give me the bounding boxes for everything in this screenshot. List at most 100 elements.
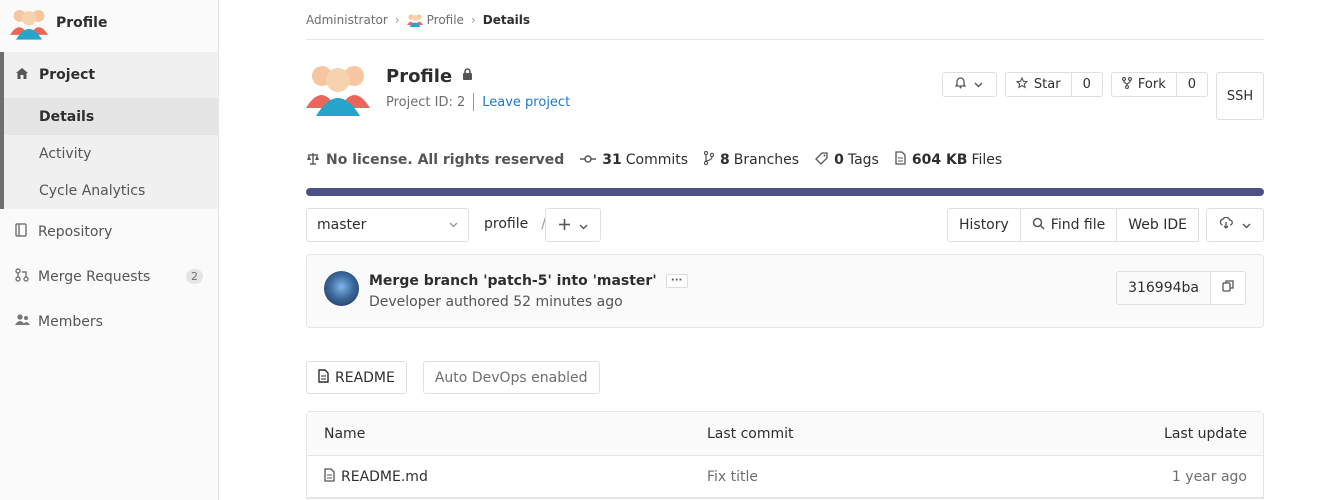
commit-icon [580,153,597,168]
chevron-down-icon [1242,217,1251,233]
commit-sha-group: 316994ba [1116,271,1246,305]
table-row[interactable]: README.md Fix title 1 year ago [307,456,1263,498]
project-avatar-icon [10,9,48,40]
file-text-icon [324,467,335,486]
repo-path-root[interactable]: profile [484,216,528,232]
chevron-down-icon [449,220,458,231]
sidebar-item-label: Repository [38,223,113,240]
cloud-download-icon [1219,216,1233,233]
branch-select[interactable]: master [306,208,469,242]
home-icon [15,67,31,84]
branches-count: 8 [720,152,730,168]
commit-title[interactable]: Merge branch 'patch-5' into 'master' [369,273,657,289]
history-button[interactable]: History [946,208,1021,242]
sidebar-project-name[interactable]: Profile [56,15,107,31]
commits-stat[interactable]: 31 Commits [580,152,688,168]
scale-icon [306,152,320,169]
branches-stat[interactable]: 8 Branches [703,150,800,169]
readme-label: README [335,369,395,386]
star-count[interactable]: 0 [1071,72,1103,97]
find-file-label: Find file [1050,217,1106,233]
sidebar-header[interactable]: Profile [0,0,218,46]
file-icon [895,151,906,169]
branch-icon [703,150,715,169]
leave-project-link[interactable]: Leave project [482,95,570,110]
files-size: 604 KB [911,152,968,168]
find-file-button[interactable]: Find file [1020,208,1118,242]
ssh-clone-button[interactable]: SSH [1216,72,1264,120]
sidebar-item-members[interactable]: Members [0,299,218,344]
fork-button[interactable]: Fork [1110,72,1177,97]
chevron-down-icon [974,78,983,91]
web-ide-button[interactable]: Web IDE [1117,208,1199,242]
divider [473,93,475,111]
commit-title-row: Merge branch 'patch-5' into 'master' ··· [369,273,688,289]
project-title: Profile [386,66,453,87]
commits-label: Commits [625,152,689,168]
sidebar-item-repository[interactable]: Repository [0,209,218,254]
commit-sha[interactable]: 316994ba [1116,271,1211,305]
repo-path: profile / [484,216,546,232]
fork-count[interactable]: 0 [1176,72,1208,97]
tags-count: 0 [834,152,844,168]
add-to-tree-dropdown-button[interactable] [545,208,601,242]
breadcrumb-current[interactable]: Details [483,13,530,27]
files-stat[interactable]: 604 KB Files [895,151,1002,169]
license-stat[interactable]: No license. All rights reserved [306,152,564,169]
sidebar-item-details[interactable]: Details [4,98,218,135]
readme-row: README Auto DevOps enabled [306,361,1264,394]
sidebar-item-merge-requests[interactable]: Merge Requests 2 [0,254,218,299]
file-name[interactable]: README.md [341,469,428,485]
last-commit-box: Merge branch 'patch-5' into 'master' ···… [306,254,1264,328]
auto-devops-button[interactable]: Auto DevOps enabled [422,361,600,394]
sidebar-item-cycle-analytics[interactable]: Cycle Analytics [4,172,218,209]
header-name: Name [324,425,366,442]
download-dropdown-button[interactable] [1206,208,1264,242]
commit-author-line: Developer authored 52 minutes ago [369,294,623,310]
file-name-cell[interactable]: README.md [324,467,428,486]
users-icon [15,313,31,330]
chevron-down-icon [579,216,588,234]
star-button[interactable]: Star [1004,72,1072,97]
file-last-update: 1 year ago [1171,468,1247,485]
repository-languages-bar[interactable] [306,188,1264,196]
table-header: Name Last commit Last update [307,412,1263,456]
file-table: Name Last commit Last update README.md F… [306,411,1264,499]
breadcrumb: Administrator › Profile › Details [306,0,1264,40]
commits-count: 31 [602,152,622,168]
header-last-update: Last update [1164,425,1247,442]
bell-icon [955,77,967,92]
tree-controls: master profile / History Find file Web I… [306,196,1264,254]
breadcrumb-separator-icon: › [394,12,400,27]
tags-stat[interactable]: 0 Tags [815,151,879,169]
expand-commit-message-button[interactable]: ··· [665,274,688,288]
branch-name: master [317,217,367,233]
breadcrumb-root[interactable]: Administrator [306,13,388,27]
sidebar-item-activity[interactable]: Activity [4,135,218,172]
sidebar-group-label: Project [39,67,96,83]
breadcrumb-project[interactable]: Profile [427,13,464,27]
breadcrumb-separator-icon: › [470,12,476,27]
sidebar: Profile Project Details Activity Cycle A… [0,0,219,500]
book-icon [15,222,31,241]
tag-icon [815,151,828,169]
file-text-icon [318,368,329,387]
readme-button[interactable]: README [306,361,407,394]
merge-request-icon [15,267,31,286]
branches-label: Branches [733,152,800,168]
project-header: Profile Project ID: 2 Leave project Star… [306,40,1264,132]
tree-actions: History Find file Web IDE [946,208,1264,242]
project-stats: No license. All rights reserved 31 Commi… [306,132,1264,188]
plus-icon [558,216,570,234]
fork-label: Fork [1137,77,1166,92]
notification-dropdown-button[interactable] [941,72,997,97]
file-last-commit[interactable]: Fix title [707,469,758,485]
star-label: Star [1033,77,1061,92]
project-avatar [306,66,370,116]
avatar[interactable] [324,271,359,306]
header-last-commit: Last commit [707,425,794,442]
project-id: Project ID: 2 [386,94,466,110]
sidebar-item-project[interactable]: Project [4,52,218,98]
merge-requests-count-badge: 2 [186,269,203,284]
copy-sha-button[interactable] [1211,271,1246,305]
